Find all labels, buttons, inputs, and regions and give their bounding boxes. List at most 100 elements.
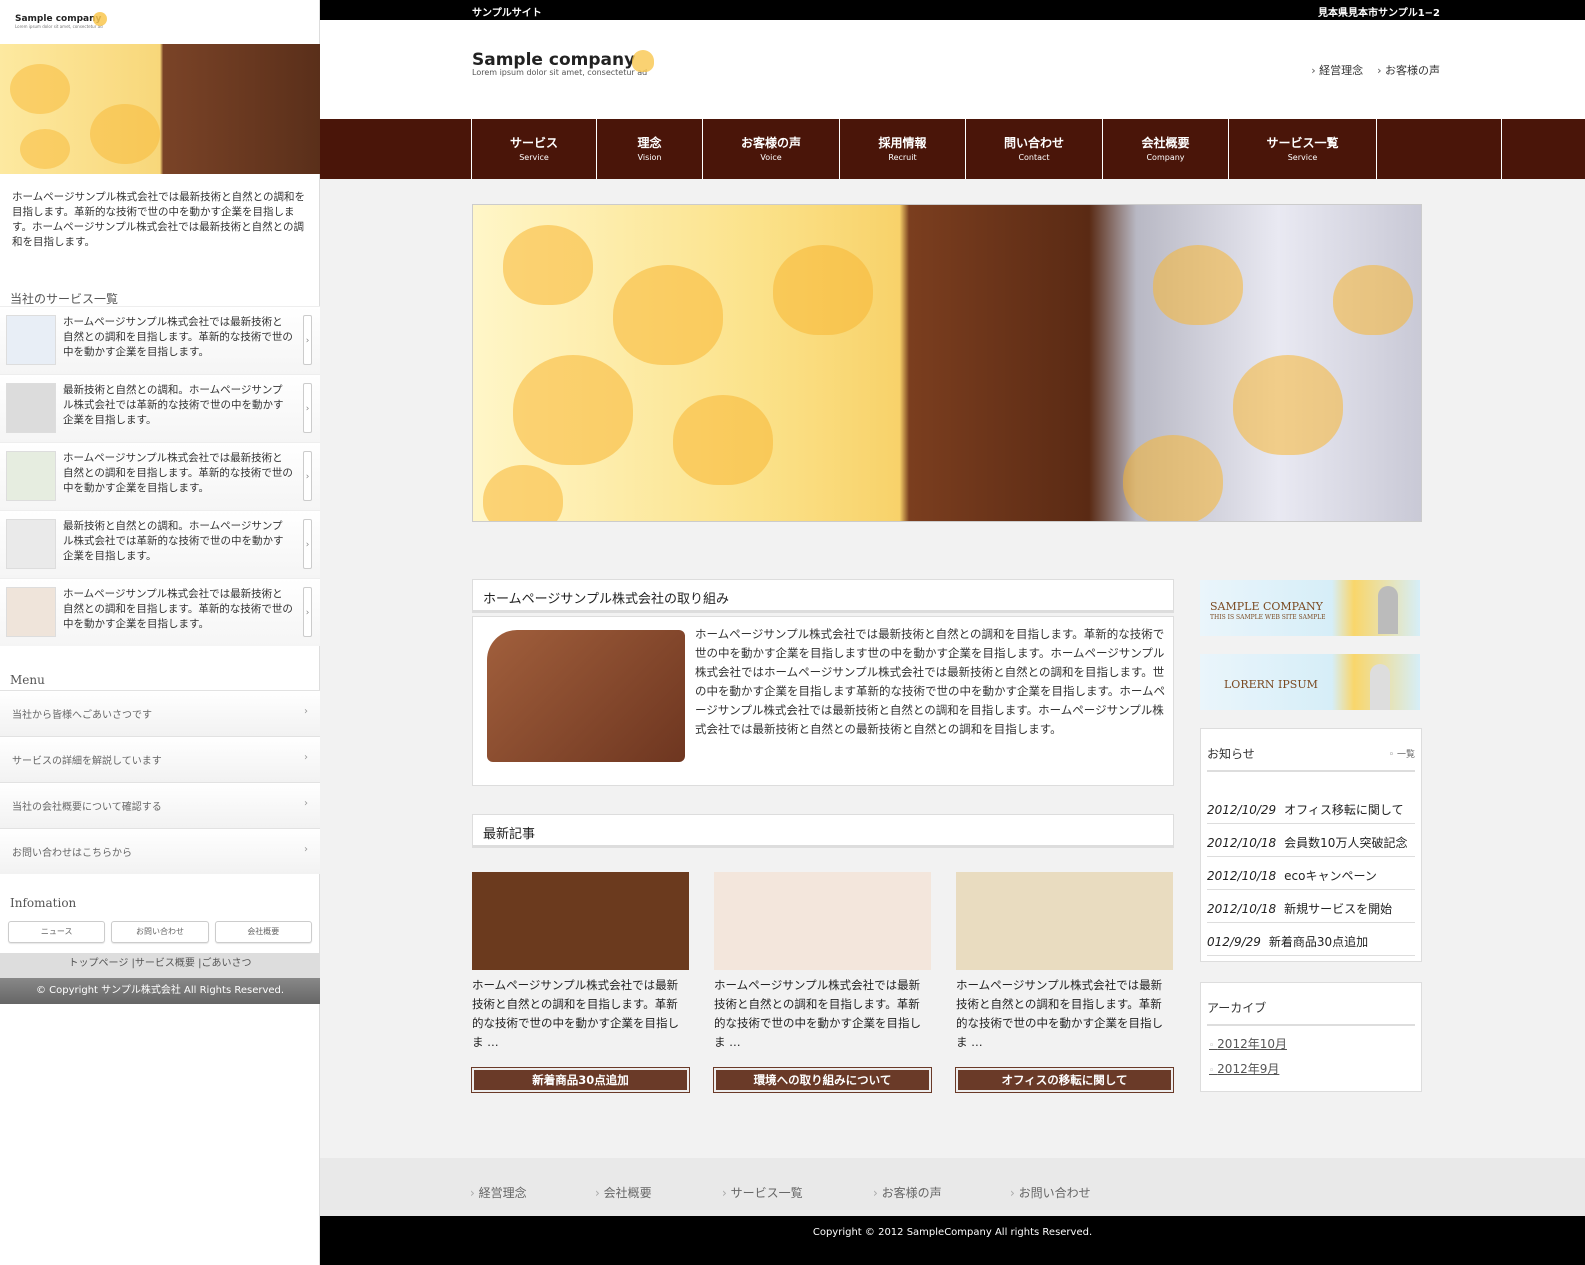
service-thumbnail (6, 383, 56, 433)
menu-item-label: 当社の会社概要について確認する (12, 802, 162, 813)
nav-item-label: 採用情報 (878, 136, 927, 150)
chevron-right-icon[interactable]: › (303, 315, 312, 365)
mobile-footer-links[interactable]: トップページ |サービス概要 |ごあいさつ (0, 953, 320, 979)
article-button[interactable]: オフィスの移転に関して (955, 1067, 1174, 1093)
service-thumbnail (6, 519, 56, 569)
menu-item-label: お問い合わせはこちらから (12, 848, 132, 859)
service-item[interactable]: 最新技術と自然との調和。ホームページサンプル株式会社では革新的な技術で世の中を動… (0, 374, 320, 442)
main-page: サンプルサイト 見本県見本市サンプル1−2 Sample company Lor… (320, 0, 1585, 1265)
nav-item[interactable]: サービス Service (472, 119, 597, 179)
header-link-philosophy[interactable]: 経営理念 (1311, 62, 1363, 78)
info-button[interactable]: お問い合わせ (111, 921, 209, 943)
article-image[interactable] (714, 872, 931, 970)
news-item[interactable]: 2012/10/18 ecoキャンペーン (1207, 857, 1415, 890)
article-image[interactable] (956, 872, 1173, 970)
menu-item[interactable]: サービスの詳細を解説しています › (0, 736, 320, 782)
logo-sub: Lorem ipsum dolor sit amet, consectetur … (472, 68, 648, 77)
article-card: ホームページサンプル株式会社では最新技術と自然との調和を目指します。革新的な技術… (955, 872, 1174, 1093)
footer-link[interactable]: 会社概要 (595, 1184, 652, 1201)
info-heading: Infomation (10, 896, 77, 910)
article-button[interactable]: 環境への取り組みについて (713, 1067, 932, 1093)
chevron-right-icon[interactable]: › (303, 519, 312, 569)
footer-link[interactable]: 経営理念 (470, 1184, 527, 1201)
article-card: ホームページサンプル株式会社では最新技術と自然との調和を目指します。革新的な技術… (471, 872, 690, 1093)
nav-item[interactable]: サービス一覧 Service (1229, 119, 1377, 179)
footer-link[interactable]: お客様の声 (873, 1184, 942, 1201)
archive-link[interactable]: 2012年10月 (1209, 1035, 1287, 1052)
chevron-right-icon[interactable]: › (303, 587, 312, 637)
news-more-link[interactable]: ◦ 一覧 (1389, 747, 1415, 760)
footer-copyright: Copyright © 2012 SampleCompany All right… (320, 1216, 1585, 1265)
chevron-right-icon[interactable]: › (303, 451, 312, 501)
service-text: ホームページサンプル株式会社では最新技術と自然との調和を目指します。革新的な技術… (63, 452, 293, 494)
archive-heading: アーカイブ (1207, 999, 1415, 1026)
banner-sample-company[interactable]: SAMPLE COMPANY THIS IS SAMPLE WEB SITE S… (1200, 580, 1420, 636)
news-item[interactable]: 2012/10/18 会員数10万人突破記念 (1207, 824, 1415, 857)
mobile-logo[interactable]: Sample company Lorem ipsum dolor sit ame… (15, 12, 107, 29)
news-box: お知らせ ◦ 一覧 2012/10/29 オフィス移転に関して 2012/10/18… (1200, 728, 1422, 962)
nav-item[interactable]: 問い合わせ Contact (966, 119, 1103, 179)
nav-item-sublabel: Service (519, 153, 549, 162)
news-date: 2012/10/18 (1207, 902, 1277, 916)
menu-item[interactable]: 当社の会社概要について確認する › (0, 782, 320, 828)
nav-item-sublabel: Voice (760, 153, 782, 162)
nav-item-sublabel: Service (1287, 153, 1318, 162)
chevron-right-icon: › (304, 798, 308, 809)
mobile-logo-sub: Lorem ipsum dolor sit amet, consectetur … (15, 24, 103, 29)
chocolate-heart-image (487, 630, 685, 762)
menu-item[interactable]: 当社から皆様へごあいさつです › (0, 690, 320, 736)
article-button[interactable]: 新着商品30点追加 (471, 1067, 690, 1093)
archive-link[interactable]: 2012年9月 (1209, 1060, 1279, 1077)
menu-list: 当社から皆様へごあいさつです › サービスの詳細を解説しています › 当社の会社概要につ… (0, 690, 320, 874)
footer-link[interactable]: サービス一覧 (722, 1184, 803, 1201)
mobile-intro-text: ホームページサンプル株式会社では最新技術と自然との調和を目指します。革新的な技術… (12, 191, 306, 248)
news-text: ecoキャンペーン (1284, 869, 1377, 883)
nav-item[interactable]: お客様の声 Voice (703, 119, 840, 179)
footer-nav: 経営理念 会社概要 サービス一覧 お客様の声 お問い合わせ (320, 1158, 1585, 1216)
menu-item[interactable]: お問い合わせはこちらから › (0, 828, 320, 874)
news-title: お知らせ (1207, 747, 1255, 761)
chevron-right-icon[interactable]: › (303, 383, 312, 433)
service-item[interactable]: 最新技術と自然との調和。ホームページサンプル株式会社では革新的な技術で世の中を動… (0, 510, 320, 578)
article-text: ホームページサンプル株式会社では最新技術と自然との調和を目指します。革新的な技術… (956, 978, 1163, 1049)
news-item[interactable]: 2012/10/29 オフィス移転に関して (1207, 791, 1415, 824)
banner-lorem-ipsum[interactable]: LORERN IPSUM (1200, 654, 1420, 710)
service-item[interactable]: ホームページサンプル株式会社では最新技術と自然との調和を目指します。革新的な技術… (0, 578, 320, 646)
logo-text: Sample company (472, 50, 636, 70)
nav-item-sublabel: Company (1146, 153, 1185, 162)
service-text: ホームページサンプル株式会社では最新技術と自然との調和を目指します。革新的な技術… (63, 588, 293, 630)
chevron-right-icon: › (304, 844, 308, 855)
news-heading: お知らせ ◦ 一覧 (1207, 745, 1415, 772)
news-text: 会員数10万人突破記念 (1284, 836, 1408, 850)
heart-icon (632, 50, 654, 72)
nav-item-label: お客様の声 (740, 136, 801, 150)
news-text: 新規サービスを開始 (1284, 902, 1393, 916)
nav-item[interactable] (1377, 119, 1502, 179)
chevron-right-icon: › (304, 752, 308, 763)
nav-item[interactable]: 会社概要 Company (1103, 119, 1229, 179)
service-item[interactable]: ホームページサンプル株式会社では最新技術と自然との調和を目指します。革新的な技術… (0, 442, 320, 510)
info-button[interactable]: 会社概要 (214, 921, 312, 943)
news-more-label: 一覧 (1396, 750, 1415, 760)
news-date: 2012/10/18 (1207, 869, 1277, 883)
article-text: ホームページサンプル株式会社では最新技術と自然との調和を目指します。革新的な技術… (472, 978, 679, 1049)
service-item[interactable]: ホームページサンプル株式会社では最新技術と自然との調和を目指します。革新的な技術… (0, 306, 320, 374)
latest-title: 最新記事 (472, 814, 1174, 848)
info-button[interactable]: ニュース (8, 921, 106, 943)
mobile-copyright: © Copyright サンプル株式会社 All Rights Reserved… (0, 978, 320, 1004)
nav-item[interactable]: 理念 Vision (597, 119, 703, 179)
nav-item-label: 会社概要 (1141, 136, 1190, 150)
footer-link[interactable]: お問い合わせ (1010, 1184, 1091, 1201)
service-thumbnail (6, 451, 56, 501)
banner-title: SAMPLE COMPANY (1210, 600, 1323, 613)
news-item[interactable]: 012/9/29 新着商品30点追加 (1207, 923, 1415, 956)
heart-icon (93, 12, 107, 26)
header-link-voice[interactable]: お客様の声 (1377, 62, 1440, 78)
news-text: 新着商品30点追加 (1268, 935, 1369, 949)
archive-box: アーカイブ 2012年10月 2012年9月 (1200, 982, 1422, 1092)
logo[interactable]: Sample company Lorem ipsum dolor sit ame… (472, 50, 654, 77)
service-text: 最新技術と自然との調和。ホームページサンプル株式会社では革新的な技術で世の中を動… (63, 520, 284, 562)
article-image[interactable] (472, 872, 689, 970)
nav-item[interactable]: 採用情報 Recruit (840, 119, 966, 179)
news-item[interactable]: 2012/10/18 新規サービスを開始 (1207, 890, 1415, 923)
